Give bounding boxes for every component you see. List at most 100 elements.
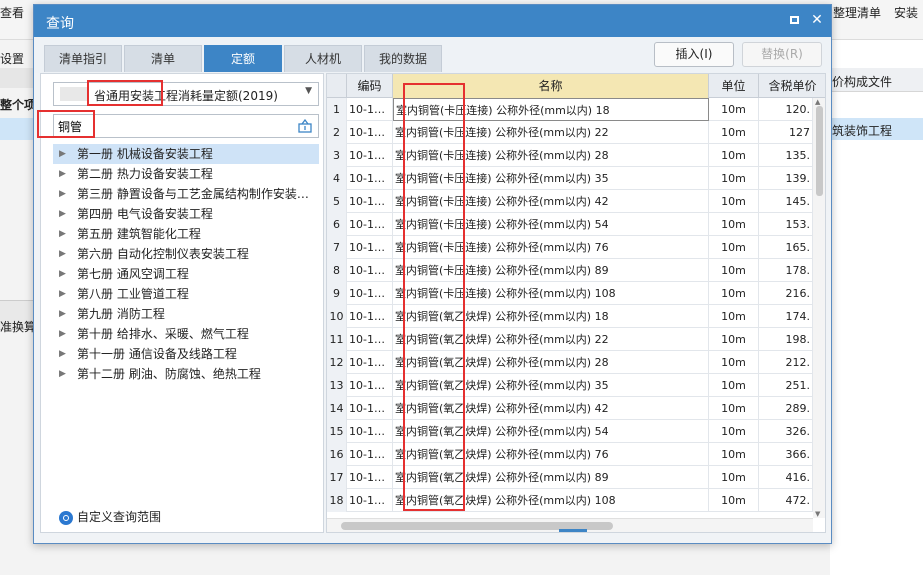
tree-item[interactable]: ▶ 第一册 机械设备安装工程 [53, 144, 319, 164]
code-cell[interactable]: 10-1… [347, 305, 393, 328]
row-index-cell[interactable]: 15 [327, 420, 347, 443]
row-index-cell[interactable]: 8 [327, 259, 347, 282]
table-row[interactable]: 5 10-1… 室内铜管(卡压连接) 公称外径(mm以内) 42 10m 145. [327, 190, 813, 213]
unit-cell[interactable]: 10m [709, 351, 759, 374]
name-cell[interactable]: 室内铜管(氧乙炔焊) 公称外径(mm以内) 54 [393, 420, 709, 443]
code-cell[interactable]: 10-1… [347, 328, 393, 351]
price-cell[interactable]: 251. [759, 374, 813, 397]
caret-right-icon[interactable]: ▶ [59, 244, 66, 264]
caret-right-icon[interactable]: ▶ [59, 264, 66, 284]
unit-cell[interactable]: 10m [709, 305, 759, 328]
row-index-cell[interactable]: 3 [327, 144, 347, 167]
row-index-cell[interactable]: 17 [327, 466, 347, 489]
code-cell[interactable]: 10-1… [347, 489, 393, 512]
price-cell[interactable]: 153. [759, 213, 813, 236]
unit-cell[interactable]: 10m [709, 282, 759, 305]
tree-item[interactable]: ▶ 第七册 通风空调工程 [53, 264, 319, 284]
splitter-handle[interactable] [559, 529, 587, 532]
row-index-cell[interactable]: 11 [327, 328, 347, 351]
unit-cell[interactable]: 10m [709, 236, 759, 259]
caret-right-icon[interactable]: ▶ [59, 184, 66, 204]
tree-item[interactable]: ▶ 第二册 热力设备安装工程 [53, 164, 319, 184]
menu-view[interactable]: 查看 [0, 4, 24, 21]
row-index-cell[interactable]: 6 [327, 213, 347, 236]
unit-cell[interactable]: 10m [709, 374, 759, 397]
name-cell[interactable]: 室内铜管(卡压连接) 公称外径(mm以内) 18 [393, 98, 709, 121]
tree-item[interactable]: ▶ 第四册 电气设备安装工程 [53, 204, 319, 224]
caret-right-icon[interactable]: ▶ [59, 144, 66, 164]
tree-item[interactable]: ▶ 第八册 工业管道工程 [53, 284, 319, 304]
price-cell[interactable]: 139. [759, 167, 813, 190]
unit-cell[interactable]: 10m [709, 328, 759, 351]
tree-item[interactable]: ▶ 第十册 给排水、采暖、燃气工程 [53, 324, 319, 344]
caret-right-icon[interactable]: ▶ [59, 364, 66, 384]
unit-cell[interactable]: 10m [709, 420, 759, 443]
unit-cell[interactable]: 10m [709, 144, 759, 167]
quota-library-select[interactable]: 省通用安装工程消耗量定额(2019) ▼ [53, 82, 319, 106]
horizontal-scrollbar[interactable] [327, 518, 813, 532]
table-row[interactable]: 16 10-1… 室内铜管(氧乙炔焊) 公称外径(mm以内) 76 10m 366. [327, 443, 813, 466]
code-cell[interactable]: 10-1… [347, 351, 393, 374]
close-button[interactable]: ✕ [809, 12, 825, 28]
unit-cell[interactable]: 10m [709, 259, 759, 282]
table-row[interactable]: 14 10-1… 室内铜管(氧乙炔焊) 公称外径(mm以内) 42 10m 289. [327, 397, 813, 420]
price-cell[interactable]: 178. [759, 259, 813, 282]
dialog-titlebar[interactable]: 查询 ✕ [34, 5, 831, 37]
table-row[interactable]: 9 10-1… 室内铜管(卡压连接) 公称外径(mm以内) 108 10m 216. [327, 282, 813, 305]
vertical-scroll-thumb[interactable] [816, 106, 823, 196]
table-row[interactable]: 11 10-1… 室内铜管(氧乙炔焊) 公称外径(mm以内) 22 10m 198. [327, 328, 813, 351]
row-index-cell[interactable]: 5 [327, 190, 347, 213]
name-cell[interactable]: 室内铜管(氧乙炔焊) 公称外径(mm以内) 42 [393, 397, 709, 420]
unit-cell[interactable]: 10m [709, 98, 759, 121]
row-index-cell[interactable]: 12 [327, 351, 347, 374]
scroll-down-icon[interactable]: ▼ [815, 510, 820, 518]
caret-right-icon[interactable]: ▶ [59, 304, 66, 324]
price-cell[interactable]: 216. [759, 282, 813, 305]
name-cell[interactable]: 室内铜管(卡压连接) 公称外径(mm以内) 76 [393, 236, 709, 259]
unit-cell[interactable]: 10m [709, 466, 759, 489]
code-cell[interactable]: 10-1… [347, 121, 393, 144]
unit-cell[interactable]: 10m [709, 213, 759, 236]
unit-cell[interactable]: 10m [709, 190, 759, 213]
code-cell[interactable]: 10-1… [347, 466, 393, 489]
price-cell[interactable]: 120. [759, 98, 813, 121]
tree-item[interactable]: ▶ 第九册 消防工程 [53, 304, 319, 324]
search-input[interactable] [58, 117, 288, 135]
price-cell[interactable]: 145. [759, 190, 813, 213]
name-cell[interactable]: 室内铜管(氧乙炔焊) 公称外径(mm以内) 35 [393, 374, 709, 397]
code-cell[interactable]: 10-1… [347, 282, 393, 305]
price-cell[interactable]: 326. [759, 420, 813, 443]
price-cell[interactable]: 127 [759, 121, 813, 144]
tree-item[interactable]: ▶ 第十二册 刷油、防腐蚀、绝热工程 [53, 364, 319, 384]
code-cell[interactable]: 10-1… [347, 190, 393, 213]
tree-item[interactable]: ▶ 第六册 自动化控制仪表安装工程 [53, 244, 319, 264]
name-cell[interactable]: 室内铜管(氧乙炔焊) 公称外径(mm以内) 89 [393, 466, 709, 489]
caret-right-icon[interactable]: ▶ [59, 324, 66, 344]
name-cell[interactable]: 室内铜管(卡压连接) 公称外径(mm以内) 108 [393, 282, 709, 305]
scroll-up-icon[interactable]: ▲ [815, 98, 820, 106]
name-cell[interactable]: 室内铜管(卡压连接) 公称外径(mm以内) 54 [393, 213, 709, 236]
price-cell[interactable]: 472. [759, 489, 813, 512]
row-index-cell[interactable]: 10 [327, 305, 347, 328]
name-cell[interactable]: 室内铜管(卡压连接) 公称外径(mm以内) 42 [393, 190, 709, 213]
code-cell[interactable]: 10-1… [347, 213, 393, 236]
code-cell[interactable]: 10-1… [347, 443, 393, 466]
caret-right-icon[interactable]: ▶ [59, 284, 66, 304]
price-cell[interactable]: 289. [759, 397, 813, 420]
table-row[interactable]: 7 10-1… 室内铜管(卡压连接) 公称外径(mm以内) 76 10m 165. [327, 236, 813, 259]
custom-range-link[interactable]: 自定义查询范围 [59, 506, 161, 528]
tab-labor-material-machine[interactable]: 人材机 [284, 45, 362, 72]
menu-organize-list[interactable]: 整理清单 [833, 4, 881, 21]
code-cell[interactable]: 10-1… [347, 236, 393, 259]
row-index-cell[interactable]: 9 [327, 282, 347, 305]
price-cell[interactable]: 174. [759, 305, 813, 328]
tab-bill[interactable]: 清单 [124, 45, 202, 72]
search-icon[interactable] [298, 119, 312, 133]
row-index-cell[interactable]: 14 [327, 397, 347, 420]
menu-install[interactable]: 安装 [894, 4, 918, 21]
table-row[interactable]: 2 10-1… 室内铜管(卡压连接) 公称外径(mm以内) 22 10m 127 [327, 121, 813, 144]
table-row[interactable]: 1 10-1… 室内铜管(卡压连接) 公称外径(mm以内) 18 10m 120. [327, 98, 813, 121]
row-index-cell[interactable]: 7 [327, 236, 347, 259]
price-cell[interactable]: 366. [759, 443, 813, 466]
table-row[interactable]: 12 10-1… 室内铜管(氧乙炔焊) 公称外径(mm以内) 28 10m 212. [327, 351, 813, 374]
